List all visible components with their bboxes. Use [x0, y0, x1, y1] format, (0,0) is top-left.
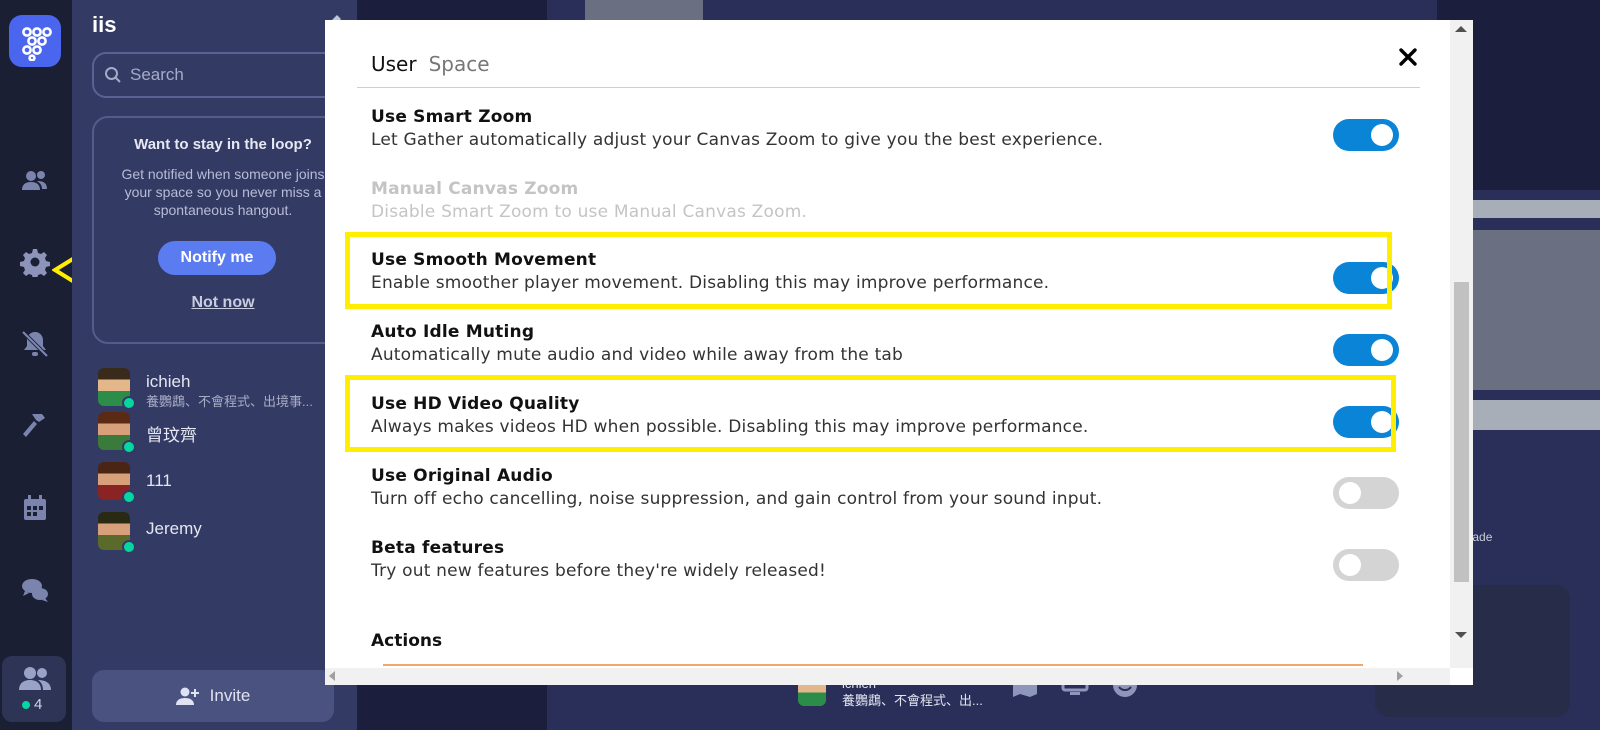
highlight-hd-video	[345, 375, 1396, 452]
setting-title: Use Original Audio	[371, 466, 553, 486]
rail-chat-button[interactable]	[14, 569, 56, 611]
canvas-wall	[585, 0, 703, 22]
setting-auto-idle-muting: Auto Idle Muting Automatically mute audi…	[371, 322, 1431, 365]
chat-bubbles-icon	[22, 579, 48, 602]
user-name: Jeremy	[146, 519, 202, 538]
toggle-knob	[1371, 339, 1393, 361]
scroll-left-icon[interactable]	[329, 671, 335, 681]
user-name: ichieh	[146, 372, 191, 391]
toggle-knob	[1371, 124, 1393, 146]
online-status-icon	[122, 540, 136, 554]
highlight-smooth-movement	[345, 232, 1392, 309]
setting-title: Use Smart Zoom	[371, 107, 533, 127]
grapes-logo-icon	[22, 27, 52, 61]
setting-description: Automatically mute audio and video while…	[371, 345, 904, 365]
settings-modal: User Space Use Smart Zoom Let Gather aut…	[325, 20, 1473, 685]
user-name: 曾玟齊	[146, 426, 197, 445]
search-input[interactable]: Search	[130, 65, 184, 85]
setting-description: Disable Smart Zoom to use Manual Canvas …	[371, 202, 808, 222]
avatar	[98, 412, 136, 454]
scroll-up-icon[interactable]	[1455, 26, 1467, 32]
user-name: 111	[146, 471, 172, 490]
sidebar-panel: iis Search Want to stay in the loop? Get…	[72, 0, 357, 730]
close-icon[interactable]	[1395, 44, 1421, 70]
invite-button[interactable]: Invite	[92, 670, 334, 722]
scroll-down-icon[interactable]	[1455, 632, 1467, 638]
player-status: 養鸚鵡、不會程式、出...	[842, 693, 983, 708]
setting-manual-canvas-zoom: Manual Canvas Zoom Disable Smart Zoom to…	[371, 179, 1431, 222]
space-name: iis	[92, 12, 117, 37]
setting-title: Auto Idle Muting	[371, 322, 535, 342]
toggle-knob	[1339, 554, 1361, 576]
setting-description: Turn off echo cancelling, noise suppress…	[371, 489, 1103, 509]
user-list-item[interactable]: ichieh 養鸚鵡、不會程式、出境事...	[92, 366, 352, 412]
vertical-scrollbar[interactable]	[1450, 20, 1473, 668]
icon-rail: 4	[0, 0, 72, 730]
setting-description: Let Gather automatically adjust your Can…	[371, 130, 1104, 150]
setting-smart-zoom: Use Smart Zoom Let Gather automatically …	[371, 107, 1431, 150]
tab-user[interactable]: User	[371, 52, 417, 76]
hammer-icon	[23, 414, 45, 437]
setting-beta-features: Beta features Try out new features befor…	[371, 538, 1431, 581]
settings-scroll-area[interactable]: User Space Use Smart Zoom Let Gather aut…	[325, 20, 1450, 668]
setting-description: Try out new features before they're wide…	[371, 561, 827, 581]
loop-card-body: Get notified when someone joins your spa…	[121, 166, 325, 218]
online-status-icon	[122, 396, 136, 410]
tabs-divider	[357, 87, 1420, 88]
settings-tabs: User Space	[371, 52, 490, 76]
avatar	[98, 368, 136, 410]
setting-title: Manual Canvas Zoom	[371, 179, 579, 199]
not-now-link[interactable]: Not now	[94, 294, 352, 312]
invite-label: Invite	[209, 686, 251, 705]
participants-icon	[19, 667, 51, 690]
rail-build-button[interactable]	[14, 405, 56, 447]
avatar	[98, 462, 136, 504]
calendar-icon	[24, 495, 46, 520]
add-user-icon	[175, 687, 199, 705]
online-status-icon	[122, 490, 136, 504]
online-count: 4	[22, 696, 42, 713]
actions-heading: Actions	[371, 631, 443, 651]
search-icon	[105, 67, 121, 83]
setting-original-audio: Use Original Audio Turn off echo cancell…	[371, 466, 1431, 509]
rail-people-icon[interactable]	[14, 160, 56, 202]
user-list-item[interactable]: Jeremy	[92, 510, 352, 556]
online-status-icon	[122, 440, 136, 454]
smart-zoom-toggle[interactable]	[1333, 119, 1399, 151]
scroll-right-icon[interactable]	[1397, 671, 1403, 681]
notify-me-button[interactable]: Notify me	[158, 241, 276, 275]
bell-off-icon	[21, 330, 49, 358]
loop-card-title: Want to stay in the loop?	[134, 136, 312, 153]
auto-idle-muting-toggle[interactable]	[1333, 334, 1399, 366]
user-list-item[interactable]: 曾玟齊	[92, 410, 352, 456]
rail-settings-button[interactable]	[14, 241, 56, 283]
setting-title: Beta features	[371, 538, 505, 558]
user-list-item[interactable]: 111	[92, 460, 352, 506]
notification-prompt-card: Want to stay in the loop? Get notified w…	[92, 116, 354, 344]
rail-calendar-button[interactable]	[14, 487, 56, 529]
tab-space[interactable]: Space	[429, 52, 490, 76]
rail-participants-button[interactable]: 4	[2, 656, 66, 722]
toggle-knob	[1339, 482, 1361, 504]
user-status: 養鸚鵡、不會程式、出境事...	[146, 394, 313, 409]
search-box[interactable]: Search	[92, 52, 354, 98]
avatar	[98, 512, 136, 554]
original-audio-toggle[interactable]	[1333, 477, 1399, 509]
beta-features-toggle[interactable]	[1333, 549, 1399, 581]
gear-icon	[20, 249, 50, 277]
gather-logo[interactable]	[9, 15, 61, 67]
online-count-value: 4	[34, 696, 43, 713]
scrollbar-thumb[interactable]	[1454, 282, 1469, 582]
online-dot-icon	[22, 700, 30, 709]
horizontal-scrollbar[interactable]	[325, 668, 1450, 685]
people-icon	[22, 171, 47, 190]
rail-notifications-off-button[interactable]	[14, 323, 56, 365]
